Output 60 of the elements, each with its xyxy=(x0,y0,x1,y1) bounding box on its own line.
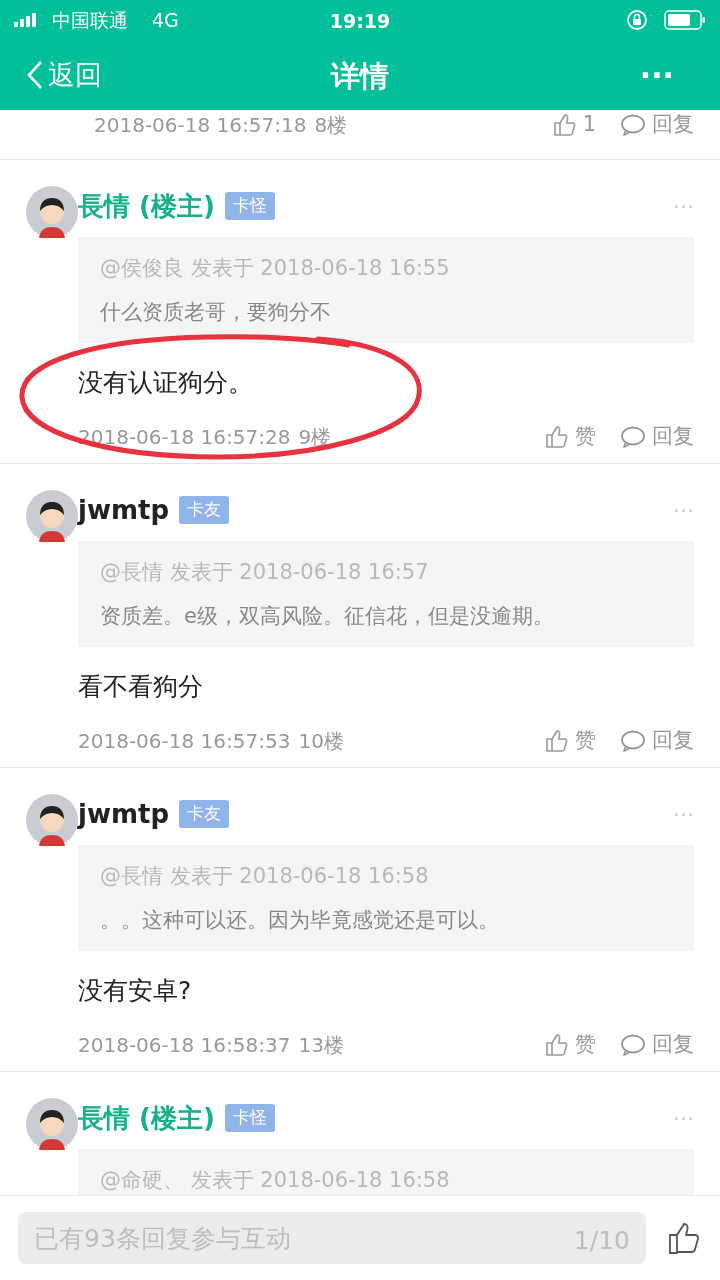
post-time: 2018-06-18 16:57:53 xyxy=(78,728,291,755)
reply-button[interactable]: 回复 xyxy=(620,110,694,141)
comment-icon xyxy=(620,425,646,449)
comment-icon xyxy=(620,113,646,137)
post-time: 2018-06-18 16:58:37 xyxy=(78,1032,291,1059)
status-time: 19:19 xyxy=(329,9,391,34)
floor-number: 13楼 xyxy=(298,1032,344,1059)
avatar-icon xyxy=(26,1098,78,1150)
like-button[interactable]: 赞 xyxy=(545,1029,596,1061)
quote-text: 资质差。e级，双高风险。征信花，但是没逾期。 xyxy=(100,603,555,630)
like-button[interactable]: 1 xyxy=(552,110,596,141)
more-button[interactable]: ··· xyxy=(633,52,680,99)
user-level-tag: 卡友 xyxy=(179,800,230,828)
reply-button[interactable]: 回复 xyxy=(620,421,694,453)
network-type: 4G xyxy=(152,7,179,33)
more-button[interactable]: ··· xyxy=(673,189,694,223)
rotation-lock-icon xyxy=(626,9,648,31)
floor-number: 8楼 xyxy=(314,112,348,139)
user-level-tag: 卡友 xyxy=(179,496,230,524)
like-button[interactable]: 赞 xyxy=(545,421,596,453)
quote-text: 什么资质老哥，要狗分不 xyxy=(100,299,332,326)
avatar-icon xyxy=(26,186,78,238)
back-icon xyxy=(26,60,44,90)
avatar-icon xyxy=(26,490,78,542)
thumbs-up-icon[interactable] xyxy=(668,1220,702,1256)
like-button[interactable]: 赞 xyxy=(545,725,596,757)
carrier-name: 中国联通 xyxy=(52,7,128,33)
thumbs-up-icon xyxy=(552,112,577,138)
quote-header: @長情 发表于 2018-06-18 16:58 xyxy=(100,863,430,890)
user-level-tag: 卡怪 xyxy=(224,1104,275,1132)
more-button[interactable]: ··· xyxy=(673,1101,694,1135)
post-body: 没有安卓? xyxy=(78,975,193,1007)
quote-header: @侯俊良 发表于 2018-06-18 16:55 xyxy=(100,255,451,282)
post-time: 2018-06-18 16:57:28 xyxy=(78,424,291,451)
floor-number: 10楼 xyxy=(298,728,344,755)
more-button[interactable]: ··· xyxy=(673,797,694,831)
quote-header: @命硬、 发表于 2018-06-18 16:58 xyxy=(100,1167,451,1194)
post-time: 2018-06-18 16:57:18 xyxy=(94,112,307,139)
back-button[interactable]: 返回 xyxy=(0,40,102,110)
reply-button[interactable]: 回复 xyxy=(620,1029,694,1061)
comment-icon xyxy=(620,729,646,753)
floor-number: 9楼 xyxy=(298,424,332,451)
post-body: 看不看狗分 xyxy=(78,671,204,703)
reply-button[interactable]: 回复 xyxy=(620,725,694,757)
thumbs-up-icon xyxy=(545,1032,569,1058)
author-name[interactable]: 長情 (楼主) xyxy=(78,186,215,226)
author-name[interactable]: jwmtp xyxy=(78,794,170,834)
user-level-tag: 卡怪 xyxy=(224,192,275,220)
author-name[interactable]: jwmtp xyxy=(78,490,170,530)
battery-icon xyxy=(664,10,706,30)
more-button[interactable]: ··· xyxy=(673,493,694,527)
comment-icon xyxy=(620,1033,646,1057)
page-title: 详情 xyxy=(331,58,389,95)
thumbs-up-icon xyxy=(545,424,569,450)
thumbs-up-icon xyxy=(545,728,569,754)
author-name[interactable]: 長情 (楼主) xyxy=(78,1098,215,1138)
avatar-icon xyxy=(26,794,78,846)
quote-header: @長情 发表于 2018-06-18 16:57 xyxy=(100,559,430,586)
post-body: 没有认证狗分。 xyxy=(78,367,254,399)
quote-text: 。。这种可以还。因为毕竟感觉还是可以。 xyxy=(100,907,500,934)
